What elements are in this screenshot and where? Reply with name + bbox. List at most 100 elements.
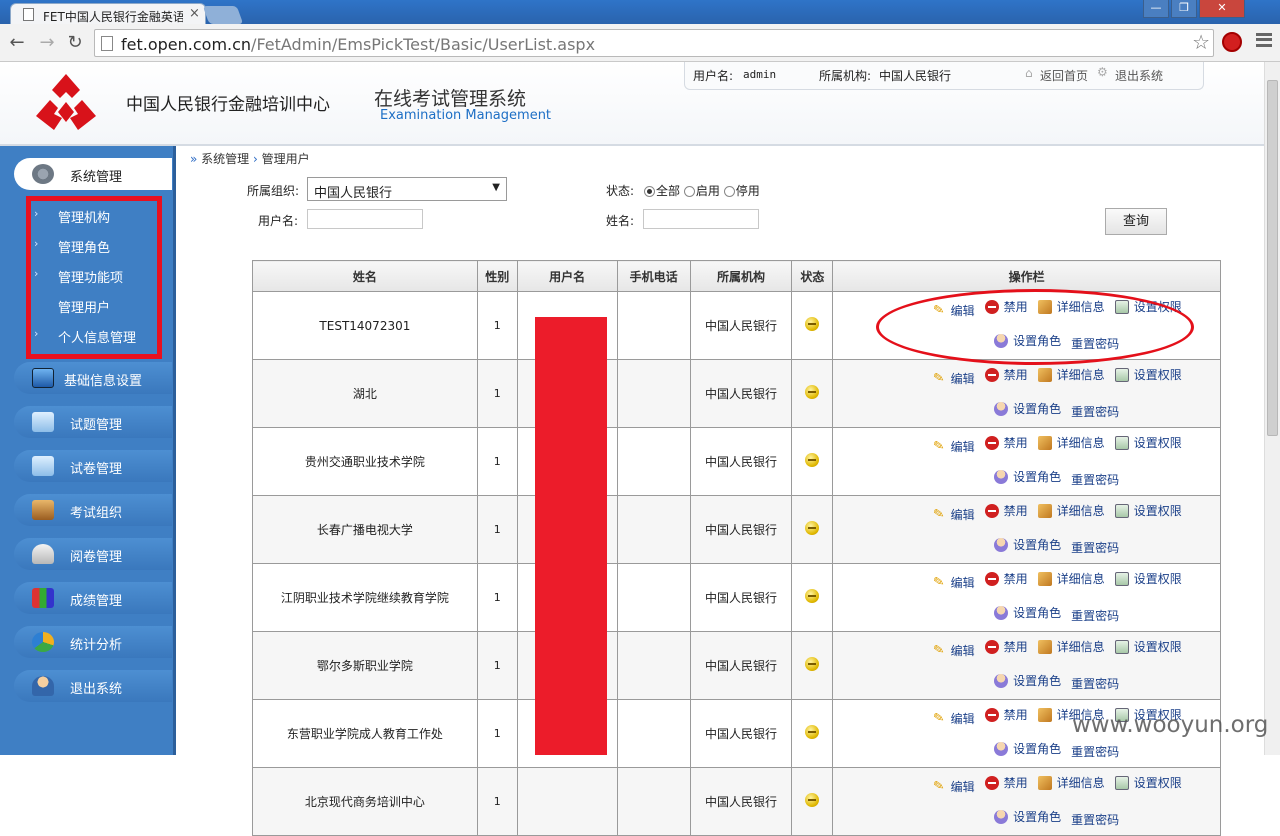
logout-link[interactable]: 退出系统 bbox=[1115, 67, 1163, 84]
disable-action[interactable]: 禁用 bbox=[984, 496, 1028, 526]
system-subtitle: Examination Management bbox=[380, 108, 552, 123]
action-label: 设置角色 bbox=[1013, 674, 1062, 688]
minimize-button[interactable]: — bbox=[1143, 0, 1169, 18]
role-action[interactable]: 设置角色 bbox=[994, 462, 1061, 492]
role-action[interactable]: 设置角色 bbox=[994, 734, 1061, 764]
permission-action[interactable]: 设置权限 bbox=[1114, 768, 1182, 798]
disable-action[interactable]: 禁用 bbox=[984, 768, 1028, 798]
dept-label: 所属机构: bbox=[819, 69, 872, 83]
maximize-button[interactable]: ❐ bbox=[1171, 0, 1197, 18]
reset-password-action[interactable]: 重置密码 bbox=[1071, 601, 1119, 631]
disable-action[interactable]: 禁用 bbox=[984, 700, 1028, 730]
detail-action[interactable]: 详细信息 bbox=[1037, 632, 1105, 662]
detail-action[interactable]: 详细信息 bbox=[1037, 564, 1105, 594]
sidebar-item-stats[interactable]: 统计分析 bbox=[14, 626, 172, 658]
home-link[interactable]: 返回首页 bbox=[1040, 67, 1088, 84]
disable-action[interactable]: 禁用 bbox=[984, 632, 1028, 662]
role-action[interactable]: 设置角色 bbox=[994, 802, 1061, 832]
edit-action[interactable]: ✎ 编辑 bbox=[932, 772, 975, 802]
sidebar-item-scores[interactable]: 成绩管理 bbox=[14, 582, 172, 614]
cell-name: 北京现代商务培训中心 bbox=[252, 767, 478, 836]
new-tab-button[interactable] bbox=[202, 6, 244, 24]
dept-value: 中国人民银行 bbox=[879, 69, 952, 83]
edit-action[interactable]: ✎ 编辑 bbox=[932, 636, 975, 666]
permission-action[interactable]: 设置权限 bbox=[1114, 428, 1182, 458]
cell-status bbox=[791, 495, 834, 564]
package-icon bbox=[1037, 776, 1052, 790]
col-actions: 操作栏 bbox=[832, 260, 1221, 292]
bookmark-star-icon[interactable]: ☆ bbox=[1192, 30, 1210, 54]
sidebar-item-grading[interactable]: 阅卷管理 bbox=[14, 538, 172, 570]
action-label: 设置角色 bbox=[1013, 470, 1062, 484]
detail-action[interactable]: 详细信息 bbox=[1037, 496, 1105, 526]
edit-action[interactable]: ✎ 编辑 bbox=[932, 704, 975, 734]
disable-action[interactable]: 禁用 bbox=[984, 564, 1028, 594]
package-icon bbox=[1037, 640, 1052, 654]
status-radio-enabled[interactable] bbox=[683, 186, 695, 197]
user-role-icon bbox=[994, 606, 1009, 620]
sidebar-item-questions[interactable]: 试题管理 bbox=[14, 406, 172, 438]
id-card-icon bbox=[1114, 436, 1129, 450]
disable-action[interactable]: 禁用 bbox=[984, 428, 1028, 458]
username-input[interactable] bbox=[307, 209, 423, 229]
query-button[interactable]: 查询 bbox=[1105, 208, 1167, 235]
role-action[interactable]: 设置角色 bbox=[994, 666, 1061, 696]
scrollbar-thumb[interactable] bbox=[1267, 80, 1278, 436]
edit-action[interactable]: ✎ 编辑 bbox=[932, 364, 975, 394]
box-icon bbox=[32, 500, 54, 520]
sidebar-item-system[interactable]: 系统管理 bbox=[14, 158, 172, 190]
sidebar-item-papers[interactable]: 试卷管理 bbox=[14, 450, 172, 482]
close-window-button[interactable]: ✕ bbox=[1199, 0, 1245, 18]
permission-action[interactable]: 设置权限 bbox=[1114, 496, 1182, 526]
page-scrollbar[interactable] bbox=[1264, 62, 1280, 755]
edit-action[interactable]: ✎ 编辑 bbox=[932, 568, 975, 598]
cell-phone bbox=[616, 767, 691, 836]
ban-icon bbox=[984, 436, 999, 450]
forward-icon[interactable]: → bbox=[36, 32, 58, 53]
reset-password-action[interactable]: 重置密码 bbox=[1071, 805, 1119, 835]
status-pending-icon bbox=[805, 725, 820, 739]
reset-password-action[interactable]: 重置密码 bbox=[1071, 669, 1119, 699]
name-input[interactable] bbox=[643, 209, 759, 229]
detail-action[interactable]: 详细信息 bbox=[1037, 428, 1105, 458]
status-radio-disabled[interactable] bbox=[723, 186, 735, 197]
home-icon: ⌂ bbox=[1025, 66, 1033, 80]
edit-action[interactable]: ✎ 编辑 bbox=[932, 432, 975, 462]
permission-action[interactable]: 设置权限 bbox=[1114, 564, 1182, 594]
breadcrumb-level1[interactable]: 系统管理 bbox=[201, 152, 249, 166]
status-pending-icon bbox=[805, 589, 820, 603]
package-icon bbox=[1037, 504, 1052, 518]
permission-action[interactable]: 设置权限 bbox=[1114, 632, 1182, 662]
sidebar-item-exam-org[interactable]: 考试组织 bbox=[14, 494, 172, 526]
status-option-label: 启用 bbox=[695, 184, 720, 198]
browser-tab[interactable]: FET中国人民银行金融英语 × bbox=[10, 3, 206, 25]
status-radio-group: 全部 启用 停用 bbox=[644, 182, 760, 199]
permission-action[interactable]: 设置权限 bbox=[1114, 360, 1182, 390]
col-org: 所属机构 bbox=[689, 260, 793, 292]
role-action[interactable]: 设置角色 bbox=[994, 530, 1061, 560]
detail-action[interactable]: 详细信息 bbox=[1037, 768, 1105, 798]
tab-close-icon[interactable]: × bbox=[189, 6, 200, 21]
col-status: 状态 bbox=[791, 260, 834, 292]
sidebar-item-exit[interactable]: 退出系统 bbox=[14, 670, 172, 702]
table-body: TEST14072301 1 中国人民银行 ✎ 编辑 禁用 详细信息 设置权限 设置角色 重置密码… bbox=[252, 291, 1221, 836]
reload-icon[interactable]: ↻ bbox=[64, 32, 86, 53]
back-icon[interactable]: ← bbox=[6, 32, 28, 53]
extension-power-icon[interactable] bbox=[1222, 32, 1242, 52]
status-radio-all[interactable] bbox=[644, 186, 655, 197]
col-username: 用户名 bbox=[516, 260, 618, 292]
sidebar-item-basic-info[interactable]: 基础信息设置 bbox=[14, 362, 172, 394]
reset-password-action[interactable]: 重置密码 bbox=[1071, 737, 1119, 767]
org-select[interactable]: 中国人民银行 ▼ bbox=[307, 177, 507, 201]
address-bar[interactable]: fet.open.com.cn/FetAdmin/EmsPickTest/Bas… bbox=[94, 29, 1214, 57]
action-label: 重置密码 bbox=[1071, 677, 1120, 691]
reset-password-action[interactable]: 重置密码 bbox=[1071, 465, 1119, 495]
action-label: 禁用 bbox=[1003, 640, 1028, 654]
reset-password-action[interactable]: 重置密码 bbox=[1071, 533, 1119, 563]
action-label: 重置密码 bbox=[1071, 745, 1120, 759]
role-action[interactable]: 设置角色 bbox=[994, 598, 1061, 628]
reset-password-action[interactable]: 重置密码 bbox=[1071, 397, 1119, 427]
role-action[interactable]: 设置角色 bbox=[994, 394, 1061, 424]
edit-action[interactable]: ✎ 编辑 bbox=[932, 500, 975, 530]
browser-menu-icon[interactable] bbox=[1256, 33, 1272, 47]
